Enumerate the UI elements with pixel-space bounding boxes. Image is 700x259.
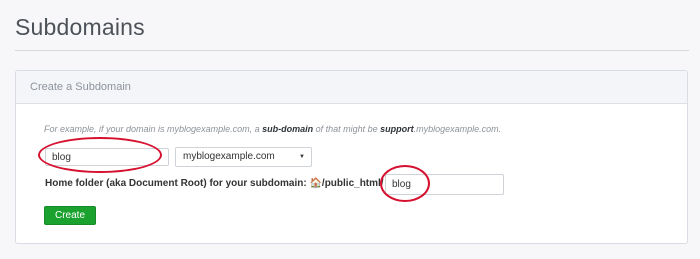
domain-select[interactable]: myblogexample.com ▼ bbox=[175, 147, 312, 167]
help-text-emphasis-example: support bbox=[380, 124, 414, 134]
create-subdomain-panel: Create a Subdomain For example, if your … bbox=[15, 70, 688, 244]
create-button[interactable]: Create bbox=[44, 206, 96, 225]
chevron-down-icon: ▼ bbox=[299, 154, 305, 160]
subdomain-input[interactable] bbox=[45, 148, 169, 166]
domain-select-value: myblogexample.com bbox=[183, 151, 275, 162]
help-text-prefix: For example, if your domain is myblogexa… bbox=[44, 124, 263, 134]
document-root-input[interactable] bbox=[385, 174, 504, 195]
panel-heading: Create a Subdomain bbox=[16, 71, 687, 104]
page-title: Subdomains bbox=[15, 14, 145, 40]
help-text-suffix: .myblogexample.com. bbox=[413, 124, 502, 134]
help-text-emphasis-subdomain: sub-domain bbox=[262, 124, 314, 134]
title-divider bbox=[15, 50, 689, 51]
document-root-label: Home folder (aka Document Root) for your… bbox=[45, 178, 384, 189]
help-text-middle: of that might be bbox=[313, 124, 381, 134]
help-text: For example, if your domain is myblogexa… bbox=[44, 124, 501, 134]
